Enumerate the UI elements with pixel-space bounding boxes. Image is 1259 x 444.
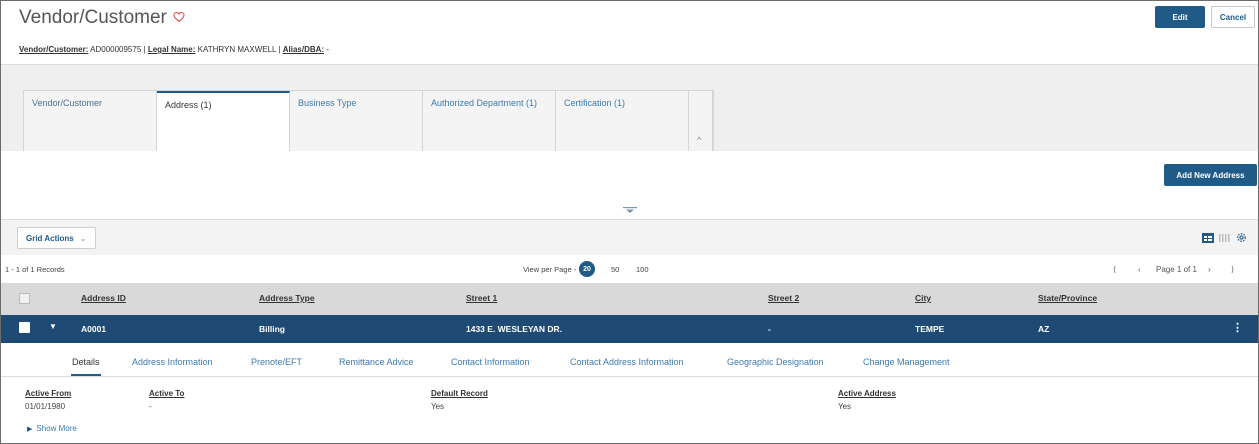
tab-certification[interactable]: Certification (1) — [556, 91, 689, 153]
column-city[interactable]: City — [915, 293, 931, 303]
edit-button[interactable]: Edit — [1155, 6, 1205, 28]
legal-name-label: Legal Name: — [147, 45, 196, 54]
separator: | — [143, 45, 146, 54]
page-size-100[interactable]: 100 — [636, 265, 649, 274]
legal-name-value: KATHRYN MAXWELL — [197, 45, 277, 54]
chevron-up-icon: ^ — [697, 135, 702, 145]
vendor-label: Vendor/Customer: — [19, 45, 89, 54]
caret-right-icon: ▶ — [27, 426, 33, 433]
detail-tab-address-information[interactable]: Address Information — [132, 357, 213, 367]
cancel-button[interactable]: Cancel — [1211, 6, 1255, 28]
tab-address[interactable]: Address (1) — [157, 91, 290, 153]
cell-state: AZ — [1038, 324, 1050, 334]
page-title: Vendor/Customer — [19, 7, 167, 28]
cell-address-id: A0001 — [81, 324, 107, 334]
alias-value: - — [326, 45, 329, 54]
table-row[interactable] — [1, 315, 1258, 343]
row-menu-icon[interactable]: ⋮ — [1232, 321, 1243, 334]
column-address-type[interactable]: Address Type — [259, 293, 315, 303]
detail-tab-change-management[interactable]: Change Management — [863, 357, 950, 367]
grid-actions-label: Grid Actions — [26, 233, 74, 243]
default-record-label: Default Record — [431, 389, 488, 398]
column-address-id[interactable]: Address ID — [81, 293, 126, 303]
view-per-page-label: View per Page - — [523, 265, 577, 274]
active-from-value: 01/01/1980 — [25, 402, 66, 411]
detail-tab-contact-address-information[interactable]: Contact Address Information — [570, 357, 684, 367]
splitter-handle-icon[interactable] — [623, 207, 637, 213]
active-address-value: Yes — [838, 402, 852, 411]
records-count: 1 - 1 of 1 Records — [5, 265, 65, 274]
columns-view-icon[interactable] — [1218, 233, 1230, 243]
first-page-icon[interactable]: ⟨ — [1113, 265, 1116, 274]
tabs-collapse-button[interactable]: ^ — [689, 91, 713, 153]
vendor-summary: Vendor/Customer: AD000009575 | Legal Nam… — [19, 45, 329, 54]
table-view-icon[interactable] — [1202, 233, 1214, 243]
select-all-checkbox[interactable] — [19, 293, 30, 304]
active-address-label: Active Address — [838, 389, 896, 398]
last-page-icon[interactable]: ⟩ — [1231, 265, 1234, 274]
vendor-value: AD000009575 — [90, 45, 142, 54]
active-tab-indicator — [71, 374, 101, 376]
chevron-down-icon: ⌄ — [79, 233, 87, 243]
detail-tab-geographic-designation[interactable]: Geographic Designation — [727, 357, 824, 367]
cell-address-type: Billing — [259, 324, 285, 334]
column-street-2[interactable]: Street 2 — [768, 293, 799, 303]
detail-tab-contact-information[interactable]: Contact Information — [451, 357, 530, 367]
prev-page-icon[interactable]: ‹ — [1138, 265, 1141, 274]
section-tabs: Vendor/Customer Address (1) Business Typ… — [23, 90, 714, 153]
cell-city: TEMPE — [915, 324, 945, 334]
tab-vendor-customer[interactable]: Vendor/Customer — [24, 91, 157, 153]
column-state-province[interactable]: State/Province — [1038, 293, 1097, 303]
page-size-50[interactable]: 50 — [611, 265, 619, 274]
show-more-link[interactable]: ▶ Show More — [27, 424, 77, 433]
detail-tab-details[interactable]: Details — [72, 357, 100, 367]
detail-tab-prenote-eft[interactable]: Prenote/EFT — [251, 357, 302, 367]
active-to-label: Active To — [149, 389, 185, 398]
next-page-icon[interactable]: › — [1208, 265, 1211, 274]
favorite-heart-icon[interactable] — [173, 11, 185, 23]
active-from-label: Active From — [25, 389, 72, 398]
grid-actions-dropdown[interactable]: Grid Actions ⌄ — [17, 227, 96, 249]
page-header — [1, 1, 1258, 65]
separator: | — [278, 45, 281, 54]
tab-business-type[interactable]: Business Type — [290, 91, 423, 153]
add-new-address-button[interactable]: Add New Address — [1164, 164, 1257, 186]
grid-toolbar — [1, 219, 1258, 255]
show-more-label: Show More — [36, 424, 77, 433]
tab-authorized-department[interactable]: Authorized Department (1) — [423, 91, 556, 153]
alias-label: Alias/DBA: — [282, 45, 325, 54]
app-frame: Vendor/Customer Vendor/Customer: AD00000… — [0, 0, 1259, 444]
records-bar — [1, 255, 1258, 283]
cell-street-1: 1433 E. WESLEYAN DR. — [466, 324, 563, 334]
detail-tab-remittance-advice[interactable]: Remittance Advice — [339, 357, 414, 367]
row-checkbox[interactable] — [19, 322, 30, 333]
gear-icon[interactable] — [1235, 231, 1248, 244]
column-street-1[interactable]: Street 1 — [466, 293, 497, 303]
page-indicator: Page 1 of 1 — [1156, 265, 1197, 274]
default-record-value: Yes — [431, 402, 445, 411]
active-to-value: - — [149, 402, 152, 411]
cell-street-2: - — [768, 324, 771, 334]
caret-down-icon[interactable]: ▼ — [49, 322, 57, 331]
page-size-20[interactable]: 20 — [579, 261, 595, 277]
